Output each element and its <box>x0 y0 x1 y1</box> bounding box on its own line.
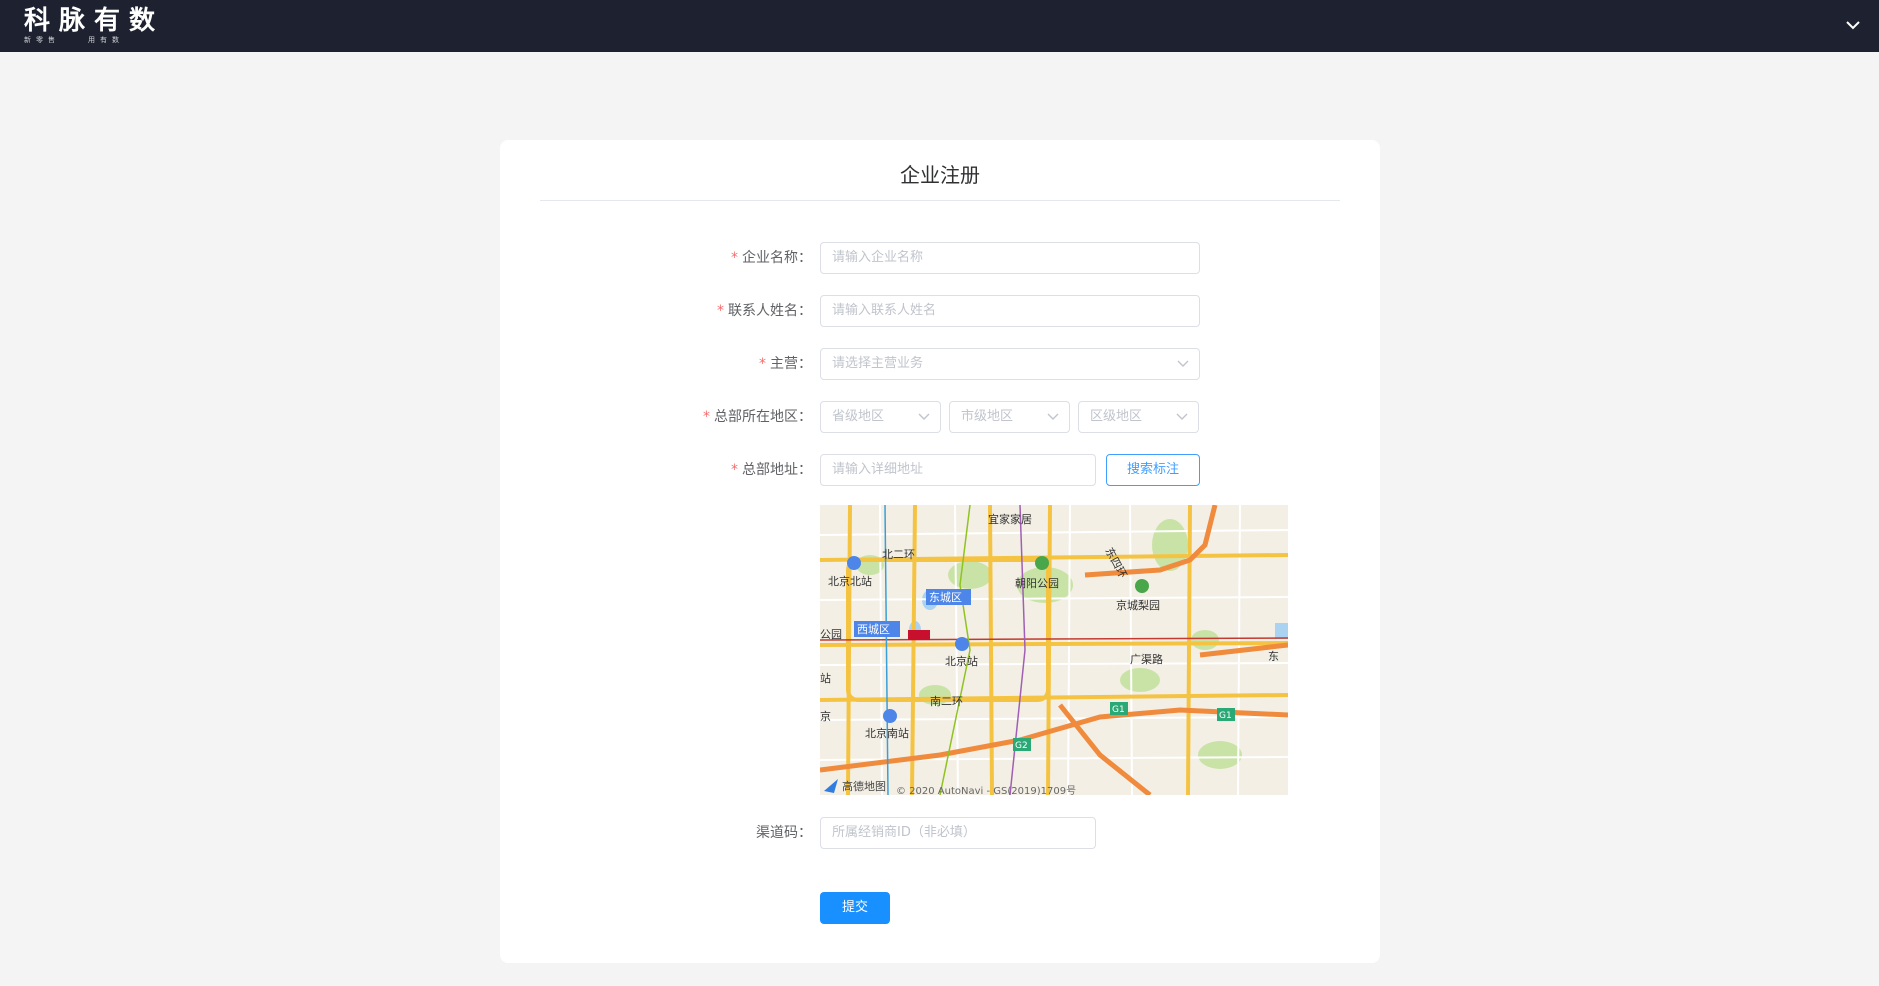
region-row: * 总部所在地区： 省级地区 市级地区 区级地区 <box>500 400 1380 434</box>
label-text: 企业名称： <box>742 250 812 266</box>
slogan-char: 数 <box>112 36 119 44</box>
contact-name-input[interactable]: 请输入联系人姓名 <box>820 295 1200 327</box>
label-text: 总部所在地区： <box>714 409 812 425</box>
registration-card: 企业注册 * 企业名称： 请输入企业名称 * 联系人姓名： 请输入联系人姓名 * 主营… <box>500 140 1380 963</box>
map-label: 京 <box>820 709 831 723</box>
map-label: 站 <box>820 671 831 685</box>
brand-name: 科脉有数 <box>24 6 165 36</box>
province-placeholder: 省级地区 <box>832 409 885 424</box>
label-text: 联系人姓名： <box>728 303 812 319</box>
chevron-down-icon <box>1177 360 1189 367</box>
address-input[interactable]: 请输入详细地址 <box>820 454 1096 486</box>
channel-code-row: 渠道码： 所属经销商ID（非必填） <box>500 816 1380 850</box>
map-label: 公园 <box>820 628 842 641</box>
map-label: 东 <box>1268 650 1279 663</box>
required-mark: * <box>731 250 738 266</box>
map-label: 朝阳公园 <box>1015 577 1059 590</box>
road-badge: G2 <box>1015 741 1028 751</box>
contact-name-row: * 联系人姓名： 请输入联系人姓名 <box>500 294 1380 328</box>
business-label: * 主营： <box>759 347 812 381</box>
city-placeholder: 市级地区 <box>961 409 1014 424</box>
address-row: * 总部地址： 请输入详细地址 搜索标注 <box>500 453 1380 487</box>
channel-code-label: 渠道码： <box>756 825 812 841</box>
map-view[interactable]: 宜家家居 北二环 北京北站 东城区 朝阳公园 京城梨园 西城区 北京站 广渠路 … <box>820 505 1288 795</box>
label-text: 主营： <box>770 356 812 372</box>
map-label: 广渠路 <box>1130 653 1163 666</box>
contact-name-label: * 联系人姓名： <box>717 294 812 328</box>
label-text: 总部地址： <box>742 462 812 478</box>
company-name-label: * 企业名称： <box>731 241 812 275</box>
district-select[interactable]: 区级地区 <box>1078 401 1199 433</box>
region-label: * 总部所在地区： <box>703 400 812 434</box>
slogan-char: 有 <box>100 36 107 44</box>
map-canvas[interactable]: 宜家家居 北二环 北京北站 东城区 朝阳公园 京城梨园 西城区 北京站 广渠路 … <box>820 505 1288 795</box>
map-label: 京城梨园 <box>1116 598 1160 612</box>
map-label: 北京南站 <box>865 726 909 740</box>
chevron-down-icon[interactable] <box>1843 15 1863 35</box>
business-placeholder: 请选择主营业务 <box>832 356 924 371</box>
road-badge: G1 <box>1112 705 1125 715</box>
chevron-down-icon <box>1047 413 1059 420</box>
business-row: * 主营： 请选择主营业务 <box>500 347 1380 381</box>
map-label: 南二环 <box>930 695 963 708</box>
map-attribution: 高德地图 <box>842 779 886 793</box>
required-mark: * <box>703 409 710 425</box>
map-label: 北京北站 <box>828 574 872 588</box>
map-label: 北二环 <box>882 548 915 561</box>
slogan-char: 新 <box>24 36 31 44</box>
business-select[interactable]: 请选择主营业务 <box>820 348 1200 380</box>
search-mark-button[interactable]: 搜索标注 <box>1106 454 1200 486</box>
city-select[interactable]: 市级地区 <box>949 401 1070 433</box>
channel-code-input[interactable]: 所属经销商ID（非必填） <box>820 817 1096 849</box>
brand-logo[interactable]: 科脉有数 新 零 售 用 有 数 <box>24 6 174 44</box>
brand-slogan: 新 零 售 用 有 数 <box>24 36 174 44</box>
slogan-char: 零 <box>36 36 43 44</box>
slogan-char: 用 <box>88 36 95 44</box>
province-select[interactable]: 省级地区 <box>820 401 941 433</box>
map-label: 西城区 <box>857 623 890 636</box>
chevron-down-icon <box>918 413 930 420</box>
road-badge: G1 <box>1219 711 1232 721</box>
map-label: 东城区 <box>929 591 962 604</box>
submit-button[interactable]: 提交 <box>820 892 890 924</box>
map-label: 北京站 <box>945 654 978 668</box>
map-copyright: © 2020 AutoNavi - GS(2019)1709号 <box>896 785 1076 795</box>
map-label: 宜家家居 <box>988 512 1032 526</box>
chevron-down-icon <box>1176 413 1188 420</box>
address-label: * 总部地址： <box>731 453 812 487</box>
slogan-char: 售 <box>48 36 55 44</box>
page-title: 企业注册 <box>540 140 1340 201</box>
top-bar: 科脉有数 新 零 售 用 有 数 <box>0 0 1879 52</box>
required-mark: * <box>717 303 724 319</box>
required-mark: * <box>731 462 738 478</box>
company-name-input[interactable]: 请输入企业名称 <box>820 242 1200 274</box>
required-mark: * <box>759 356 766 372</box>
district-placeholder: 区级地区 <box>1090 409 1143 424</box>
company-name-row: * 企业名称： 请输入企业名称 <box>500 241 1380 275</box>
